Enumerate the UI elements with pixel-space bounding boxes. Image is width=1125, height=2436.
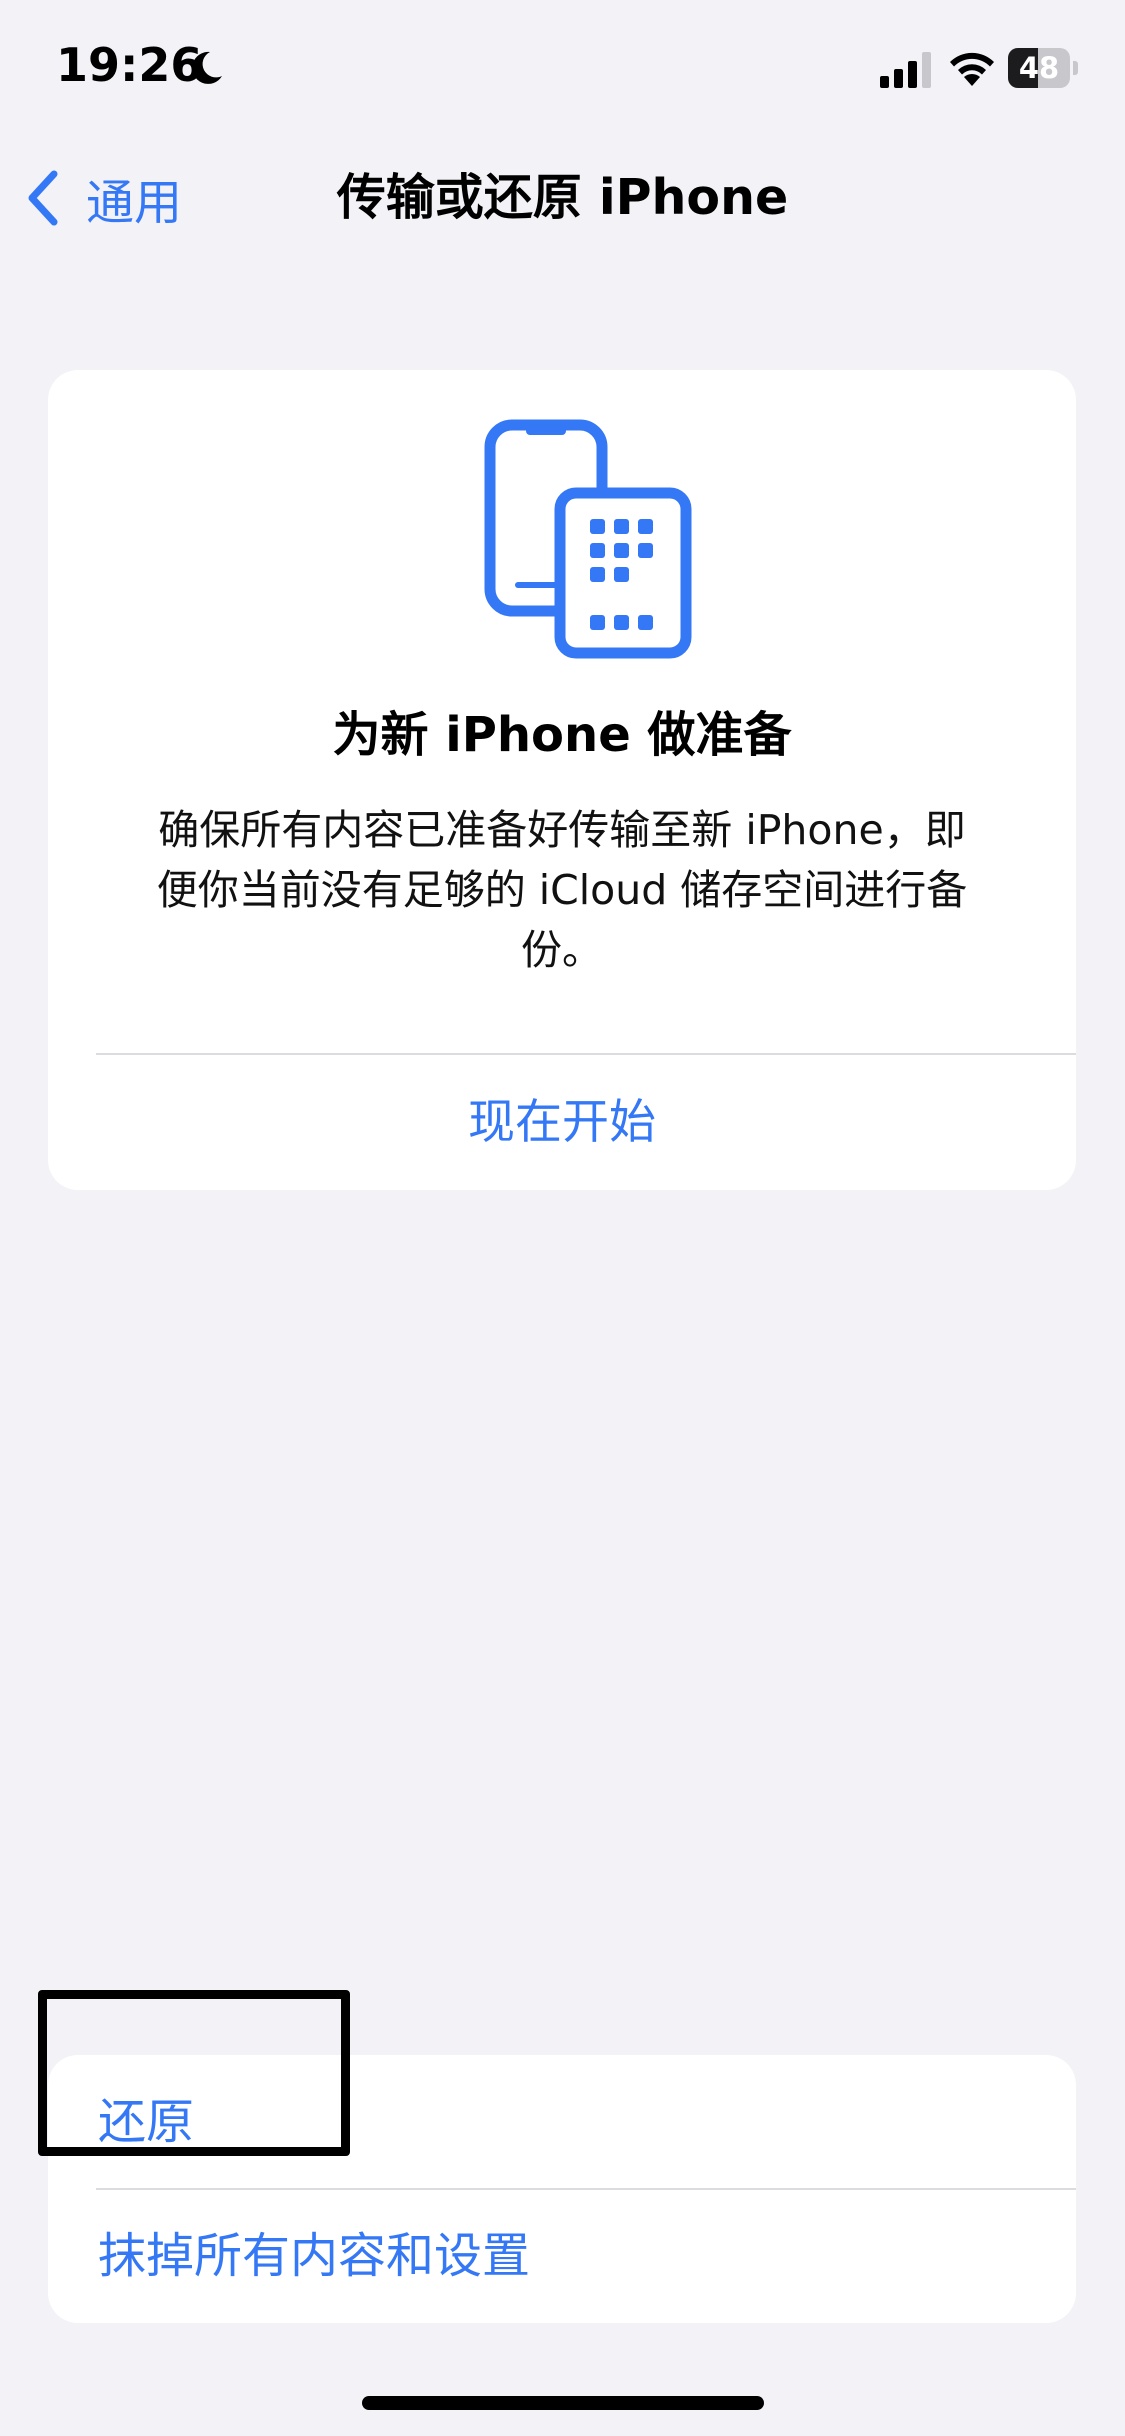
moon-icon: [192, 51, 222, 84]
battery-icon: 48: [1008, 48, 1078, 88]
reset-label: 还原: [98, 2094, 195, 2150]
get-started-button[interactable]: 现在开始: [48, 1056, 1076, 1190]
battery-body: 48: [1008, 48, 1070, 88]
battery-level: 48: [1018, 51, 1060, 85]
erase-all-content-row[interactable]: 抹掉所有内容和设置: [48, 2189, 1076, 2323]
reset-row[interactable]: 还原: [48, 2055, 1076, 2189]
signal-icon: [880, 52, 931, 88]
home-indicator[interactable]: [362, 2396, 764, 2410]
page-title: 传输或还原 iPhone: [336, 169, 789, 226]
transfer-devices-icon: [484, 419, 692, 659]
status-time: 19:26: [56, 38, 203, 92]
status-bar: 19:26 48: [0, 0, 1125, 140]
wifi-icon: [950, 52, 994, 86]
battery-tip: [1073, 61, 1078, 75]
prepare-new-iphone-card: 为新 iPhone 做准备 确保所有内容已准备好传输至新 iPhone，即 便你…: [48, 370, 1076, 1190]
card-divider: [96, 1053, 1076, 1055]
card-description-line: 确保所有内容已准备好传输至新 iPhone，即: [158, 806, 966, 854]
reset-options-group: 还原 抹掉所有内容和设置: [48, 2055, 1076, 2323]
erase-all-content-label: 抹掉所有内容和设置: [98, 2228, 531, 2284]
card-description: 确保所有内容已准备好传输至新 iPhone，即 便你当前没有足够的 iCloud…: [112, 800, 1012, 980]
card-title: 为新 iPhone 做准备: [332, 707, 792, 763]
card-description-line: 便你当前没有足够的 iCloud 储存空间进行备: [156, 866, 968, 914]
card-description-line: 份。: [521, 926, 603, 974]
